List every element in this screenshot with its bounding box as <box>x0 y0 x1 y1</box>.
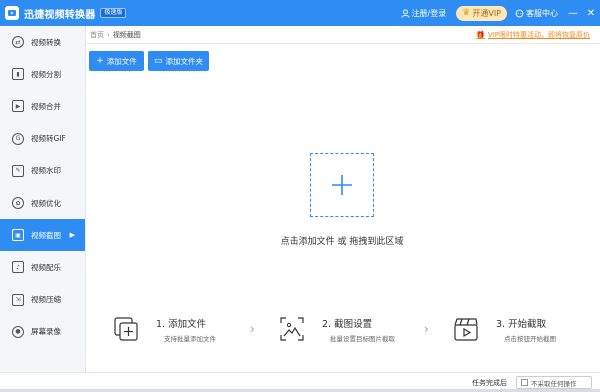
merge-icon: ▶ <box>12 100 24 113</box>
sidebar-item-watermark[interactable]: ✎ 视频水印 <box>0 155 85 187</box>
step-title: 3. 开始截取 <box>496 319 547 330</box>
gif-icon: G <box>12 132 24 145</box>
login-link[interactable]: 注册/登录 <box>401 8 447 19</box>
after-task-value: 不采取任何操作 <box>531 379 577 388</box>
step-start-capture: 3. 开始截取 点击按钮开始截图 <box>452 313 582 347</box>
after-task-select[interactable]: 不采取任何操作 <box>516 376 592 389</box>
promo-link[interactable]: 🎁 VIP限时特惠活动，即将恢复原价 <box>476 30 590 40</box>
compress-icon: ⇲ <box>12 293 24 306</box>
sidebar-item-label: 屏幕录像 <box>31 327 61 337</box>
sidebar-item-convert[interactable]: ⇄ 视频转换 <box>0 26 85 58</box>
sidebar-item-label: 视频转换 <box>31 37 61 47</box>
edition-badge: 极速版 <box>100 8 127 18</box>
sidebar-item-compress[interactable]: ⇲ 视频压缩 <box>0 284 85 316</box>
vip-label: 开通VIP <box>472 8 501 18</box>
drop-zone-text: 点击添加文件 或 拖拽到此区域 <box>280 237 404 247</box>
step-desc: 点击按钮开始截图 <box>504 335 556 343</box>
user-icon <box>401 8 410 18</box>
step-add-file: 1. 添加文件 支持批量添加文件 <box>112 313 242 347</box>
login-label: 注册/登录 <box>411 8 447 18</box>
sidebar-item-label: 视频优化 <box>31 198 61 208</box>
drop-zone[interactable] <box>310 153 374 217</box>
crown-icon: ♛ <box>462 8 471 18</box>
sidebar: ⇄ 视频转换 ▮ 视频分割 ▶ 视频合并 G 视频转GIF ✎ 视频水印 ✿ 视频优化 ▣ 视… <box>0 26 86 372</box>
service-label: 客服中心 <box>526 8 558 18</box>
breadcrumb-separator: › <box>107 31 110 39</box>
clapperboard-icon <box>454 318 478 341</box>
sidebar-item-label: 视频转GIF <box>31 134 66 144</box>
plus-icon <box>332 175 352 195</box>
add-file-label: 添加文件 <box>106 56 137 66</box>
music-icon: ♪ <box>12 261 24 274</box>
gift-icon: 🎁 <box>476 31 485 39</box>
step-title: 1. 添加文件 <box>156 319 207 330</box>
split-icon: ▮ <box>12 68 24 81</box>
sidebar-item-merge[interactable]: ▶ 视频合并 <box>0 90 85 122</box>
sidebar-item-label: 视频水印 <box>31 166 61 176</box>
app-title: 迅捷视频转换器 <box>24 9 96 21</box>
minimize-button[interactable]: — <box>564 0 582 26</box>
breadcrumb: 首页 › 视频截图 <box>90 30 141 40</box>
status-bar: 任务完成后 不采取任何操作 <box>0 372 600 392</box>
step-separator-icon: › <box>424 322 429 336</box>
sidebar-item-screenshot[interactable]: ▣ 视频截图 ▶ <box>0 219 85 252</box>
crop-image-icon <box>280 317 304 341</box>
optimize-icon: ✿ <box>12 197 24 210</box>
service-center-link[interactable]: 客服中心 <box>515 8 558 19</box>
caret-right-icon: ▶ <box>69 231 75 240</box>
step-desc: 支持批量添加文件 <box>164 335 216 343</box>
breadcrumb-current: 视频截图 <box>112 31 141 39</box>
step-title: 2. 截图设置 <box>322 319 373 330</box>
add-file-icon <box>114 317 138 341</box>
add-folder-button[interactable]: ▭ 添加文件夹 <box>148 51 209 71</box>
sidebar-item-label: 视频压缩 <box>31 295 61 305</box>
step-separator-icon: › <box>250 322 255 336</box>
sidebar-item-label: 视频分割 <box>31 69 61 79</box>
convert-icon: ⇄ <box>12 36 24 49</box>
vip-button[interactable]: ♛ 开通VIP <box>456 5 507 21</box>
sidebar-item-optimize[interactable]: ✿ 视频优化 <box>0 187 85 219</box>
sidebar-item-gif[interactable]: G 视频转GIF <box>0 123 85 155</box>
step-desc: 批量设置目标图片截取 <box>330 335 395 343</box>
sidebar-item-split[interactable]: ▮ 视频分割 <box>0 58 85 90</box>
app-logo-icon <box>5 6 19 20</box>
checkbox-icon <box>521 379 528 386</box>
after-task-label: 任务完成后 <box>472 379 507 387</box>
breadcrumb-home[interactable]: 首页 <box>90 31 104 39</box>
add-folder-label: 添加文件夹 <box>165 56 204 66</box>
watermark-icon: ✎ <box>12 164 24 177</box>
sidebar-item-label: 视频合并 <box>31 101 61 111</box>
screenshot-icon: ▣ <box>12 229 24 242</box>
promo-text: VIP限时特惠活动，即将恢复原价 <box>487 31 590 39</box>
header-divider <box>86 43 600 44</box>
sidebar-item-label: 视频截图 <box>31 230 61 240</box>
sidebar-item-music[interactable]: ♪ 视频配乐 <box>0 251 85 283</box>
headset-icon <box>515 9 524 17</box>
sidebar-item-label: 视频配乐 <box>31 262 61 272</box>
record-icon: ● <box>12 325 24 338</box>
add-file-button[interactable]: + 添加文件 <box>89 51 144 71</box>
sidebar-item-record[interactable]: ● 屏幕录像 <box>0 316 85 348</box>
step-screenshot-settings: 2. 截图设置 批量设置目标图片截取 <box>278 313 418 347</box>
plus-icon: + <box>96 56 104 66</box>
title-bar: 迅捷视频转换器 极速版 注册/登录 ♛ 开通VIP 客服中心 — ✕ <box>0 0 600 26</box>
close-button[interactable]: ✕ <box>582 0 600 26</box>
folder-icon: ▭ <box>153 56 163 66</box>
